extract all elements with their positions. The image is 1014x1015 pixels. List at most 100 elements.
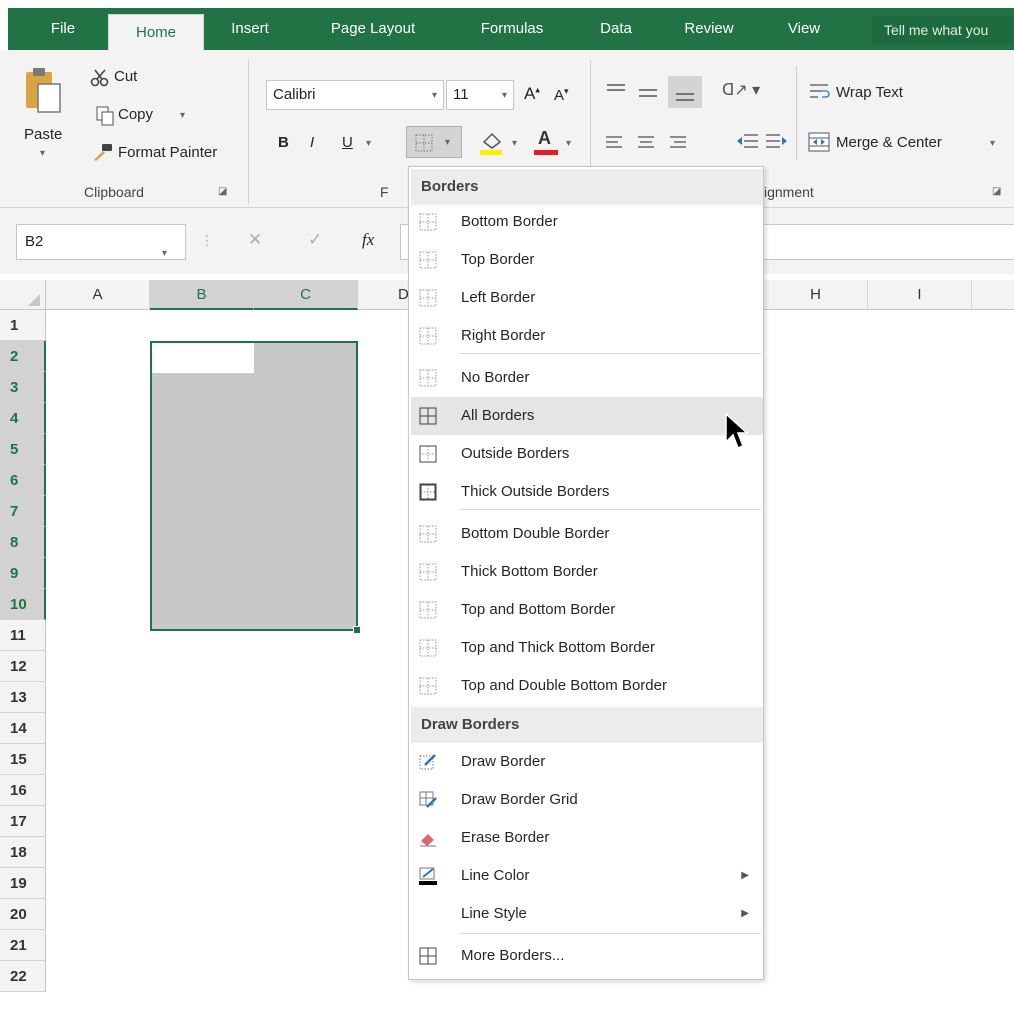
- copy-button[interactable]: Copy: [118, 106, 153, 123]
- font-color-dropdown-icon[interactable]: ▾: [566, 138, 571, 149]
- tab-insert[interactable]: Insert: [218, 8, 282, 50]
- name-box-dropdown-icon[interactable]: ▾: [162, 237, 167, 271]
- row-header-19[interactable]: 19: [0, 868, 46, 899]
- wrap-text-button[interactable]: Wrap Text: [836, 84, 903, 101]
- font-name-dropdown-icon[interactable]: ▾: [432, 90, 437, 101]
- menu-item-top-and-double-bottom-border[interactable]: Top and Double Bottom Border: [411, 667, 763, 705]
- cancel-icon[interactable]: ✕: [248, 230, 262, 250]
- row-header-1[interactable]: 1: [0, 310, 46, 341]
- menu-item-thick-outside-borders[interactable]: Thick Outside Borders: [411, 473, 763, 511]
- menu-item-draw-border-grid[interactable]: Draw Border Grid: [411, 781, 763, 819]
- row-header-14[interactable]: 14: [0, 713, 46, 744]
- row-header-3[interactable]: 3: [0, 372, 46, 403]
- column-header-h[interactable]: H: [764, 280, 868, 310]
- name-box[interactable]: B2 ▾: [16, 224, 186, 260]
- insert-function-icon[interactable]: fx: [362, 230, 374, 250]
- fill-color-icon[interactable]: [478, 128, 508, 156]
- bold-button[interactable]: B: [278, 134, 289, 151]
- row-header-4[interactable]: 4: [0, 403, 46, 434]
- cut-button[interactable]: Cut: [114, 68, 137, 85]
- row-header-16[interactable]: 16: [0, 775, 46, 806]
- underline-dropdown-icon[interactable]: ▾: [366, 138, 371, 149]
- enter-icon[interactable]: ✓: [308, 230, 322, 250]
- row-header-12[interactable]: 12: [0, 651, 46, 682]
- menu-item-erase-border[interactable]: Erase Border: [411, 819, 763, 857]
- column-header-b[interactable]: B: [150, 280, 254, 310]
- paste-label[interactable]: Paste: [24, 126, 62, 143]
- indent-icons[interactable]: [736, 132, 788, 152]
- row-header-21[interactable]: 21: [0, 930, 46, 961]
- tab-data[interactable]: Data: [588, 8, 644, 50]
- menu-item-draw-border[interactable]: Draw Border: [411, 743, 763, 781]
- row-header-22[interactable]: 22: [0, 961, 46, 992]
- decrease-font-icon[interactable]: A▾: [554, 86, 569, 104]
- copy-dropdown-icon[interactable]: ▾: [180, 110, 185, 121]
- tell-me-search[interactable]: Tell me what you: [872, 16, 1014, 44]
- font-name-combo[interactable]: Calibri ▾: [266, 80, 444, 110]
- row-header-15[interactable]: 15: [0, 744, 46, 775]
- row-header-13[interactable]: 13: [0, 682, 46, 713]
- tab-home[interactable]: Home: [108, 14, 204, 50]
- borders-dropdown-icon[interactable]: ▾: [445, 137, 450, 148]
- menu-item-top-and-bottom-border[interactable]: Top and Bottom Border: [411, 591, 763, 629]
- menu-item-label: Thick Outside Borders: [461, 483, 610, 500]
- row-header-20[interactable]: 20: [0, 899, 46, 930]
- row-header-17[interactable]: 17: [0, 806, 46, 837]
- font-size-combo[interactable]: 11 ▾: [446, 80, 514, 110]
- column-header-c[interactable]: C: [254, 280, 358, 310]
- active-cell-b2[interactable]: [152, 343, 254, 373]
- tab-page-layout[interactable]: Page Layout: [310, 8, 436, 50]
- row-header-6[interactable]: 6: [0, 465, 46, 496]
- orientation-icon[interactable]: ᗡ↗ ▾: [722, 80, 760, 100]
- row-header-2[interactable]: 2: [0, 341, 46, 372]
- row-header-10[interactable]: 10: [0, 589, 46, 620]
- menu-item-line-color[interactable]: Line Color ▶: [411, 857, 763, 895]
- alignment-launcher-icon[interactable]: ◪: [992, 186, 1001, 197]
- menu-item-all-borders[interactable]: All Borders: [411, 397, 763, 435]
- horizontal-align-icons[interactable]: [604, 134, 704, 152]
- tab-formulas[interactable]: Formulas: [460, 8, 564, 50]
- fill-color-dropdown-icon[interactable]: ▾: [512, 138, 517, 149]
- menu-item-outside-borders[interactable]: Outside Borders: [411, 435, 763, 473]
- selected-range-b2-c10[interactable]: [150, 341, 358, 631]
- menu-item-more-borders[interactable]: More Borders...: [411, 937, 763, 975]
- tab-view[interactable]: View: [774, 8, 834, 50]
- column-header-i[interactable]: I: [868, 280, 972, 310]
- borders-button[interactable]: ▾: [406, 126, 462, 158]
- align-middle-icon[interactable]: [638, 86, 658, 102]
- menu-item-top-and-thick-bottom-border[interactable]: Top and Thick Bottom Border: [411, 629, 763, 667]
- align-bottom-icon[interactable]: [668, 76, 702, 108]
- align-top-icon[interactable]: [606, 82, 626, 98]
- menu-item-top-border[interactable]: Top Border: [411, 241, 763, 279]
- row-header-18[interactable]: 18: [0, 837, 46, 868]
- paste-dropdown-icon[interactable]: ▾: [40, 148, 45, 159]
- row-header-7[interactable]: 7: [0, 496, 46, 527]
- tab-review[interactable]: Review: [668, 8, 750, 50]
- row-header-8[interactable]: 8: [0, 527, 46, 558]
- menu-item-line-style[interactable]: Line Style ▶: [411, 895, 763, 933]
- menu-item-bottom-double-border[interactable]: Bottom Double Border: [411, 515, 763, 553]
- menu-item-no-border[interactable]: No Border: [411, 359, 763, 397]
- clipboard-launcher-icon[interactable]: ◪: [218, 186, 227, 197]
- column-header-j-partial[interactable]: [972, 280, 1014, 310]
- column-header-a[interactable]: A: [46, 280, 150, 310]
- row-header-11[interactable]: 11: [0, 620, 46, 651]
- menu-item-bottom-border[interactable]: Bottom Border: [411, 203, 763, 241]
- increase-font-icon[interactable]: A▴: [524, 84, 540, 104]
- menu-item-left-border[interactable]: Left Border: [411, 279, 763, 317]
- font-color-icon[interactable]: A: [534, 128, 562, 156]
- format-painter-button[interactable]: Format Painter: [118, 144, 217, 161]
- paste-icon[interactable]: [24, 66, 68, 124]
- menu-item-thick-bottom-border[interactable]: Thick Bottom Border: [411, 553, 763, 591]
- underline-button[interactable]: U: [342, 134, 353, 151]
- menu-item-right-border[interactable]: Right Border: [411, 317, 763, 355]
- font-size-dropdown-icon[interactable]: ▾: [502, 90, 507, 101]
- merge-center-dropdown-icon[interactable]: ▾: [990, 138, 995, 149]
- fill-handle[interactable]: [353, 626, 361, 634]
- row-header-9[interactable]: 9: [0, 558, 46, 589]
- merge-center-button[interactable]: Merge & Center: [836, 134, 942, 151]
- row-header-5[interactable]: 5: [0, 434, 46, 465]
- tab-file[interactable]: File: [38, 8, 88, 50]
- select-all-corner[interactable]: [0, 280, 46, 310]
- italic-button[interactable]: I: [310, 134, 314, 151]
